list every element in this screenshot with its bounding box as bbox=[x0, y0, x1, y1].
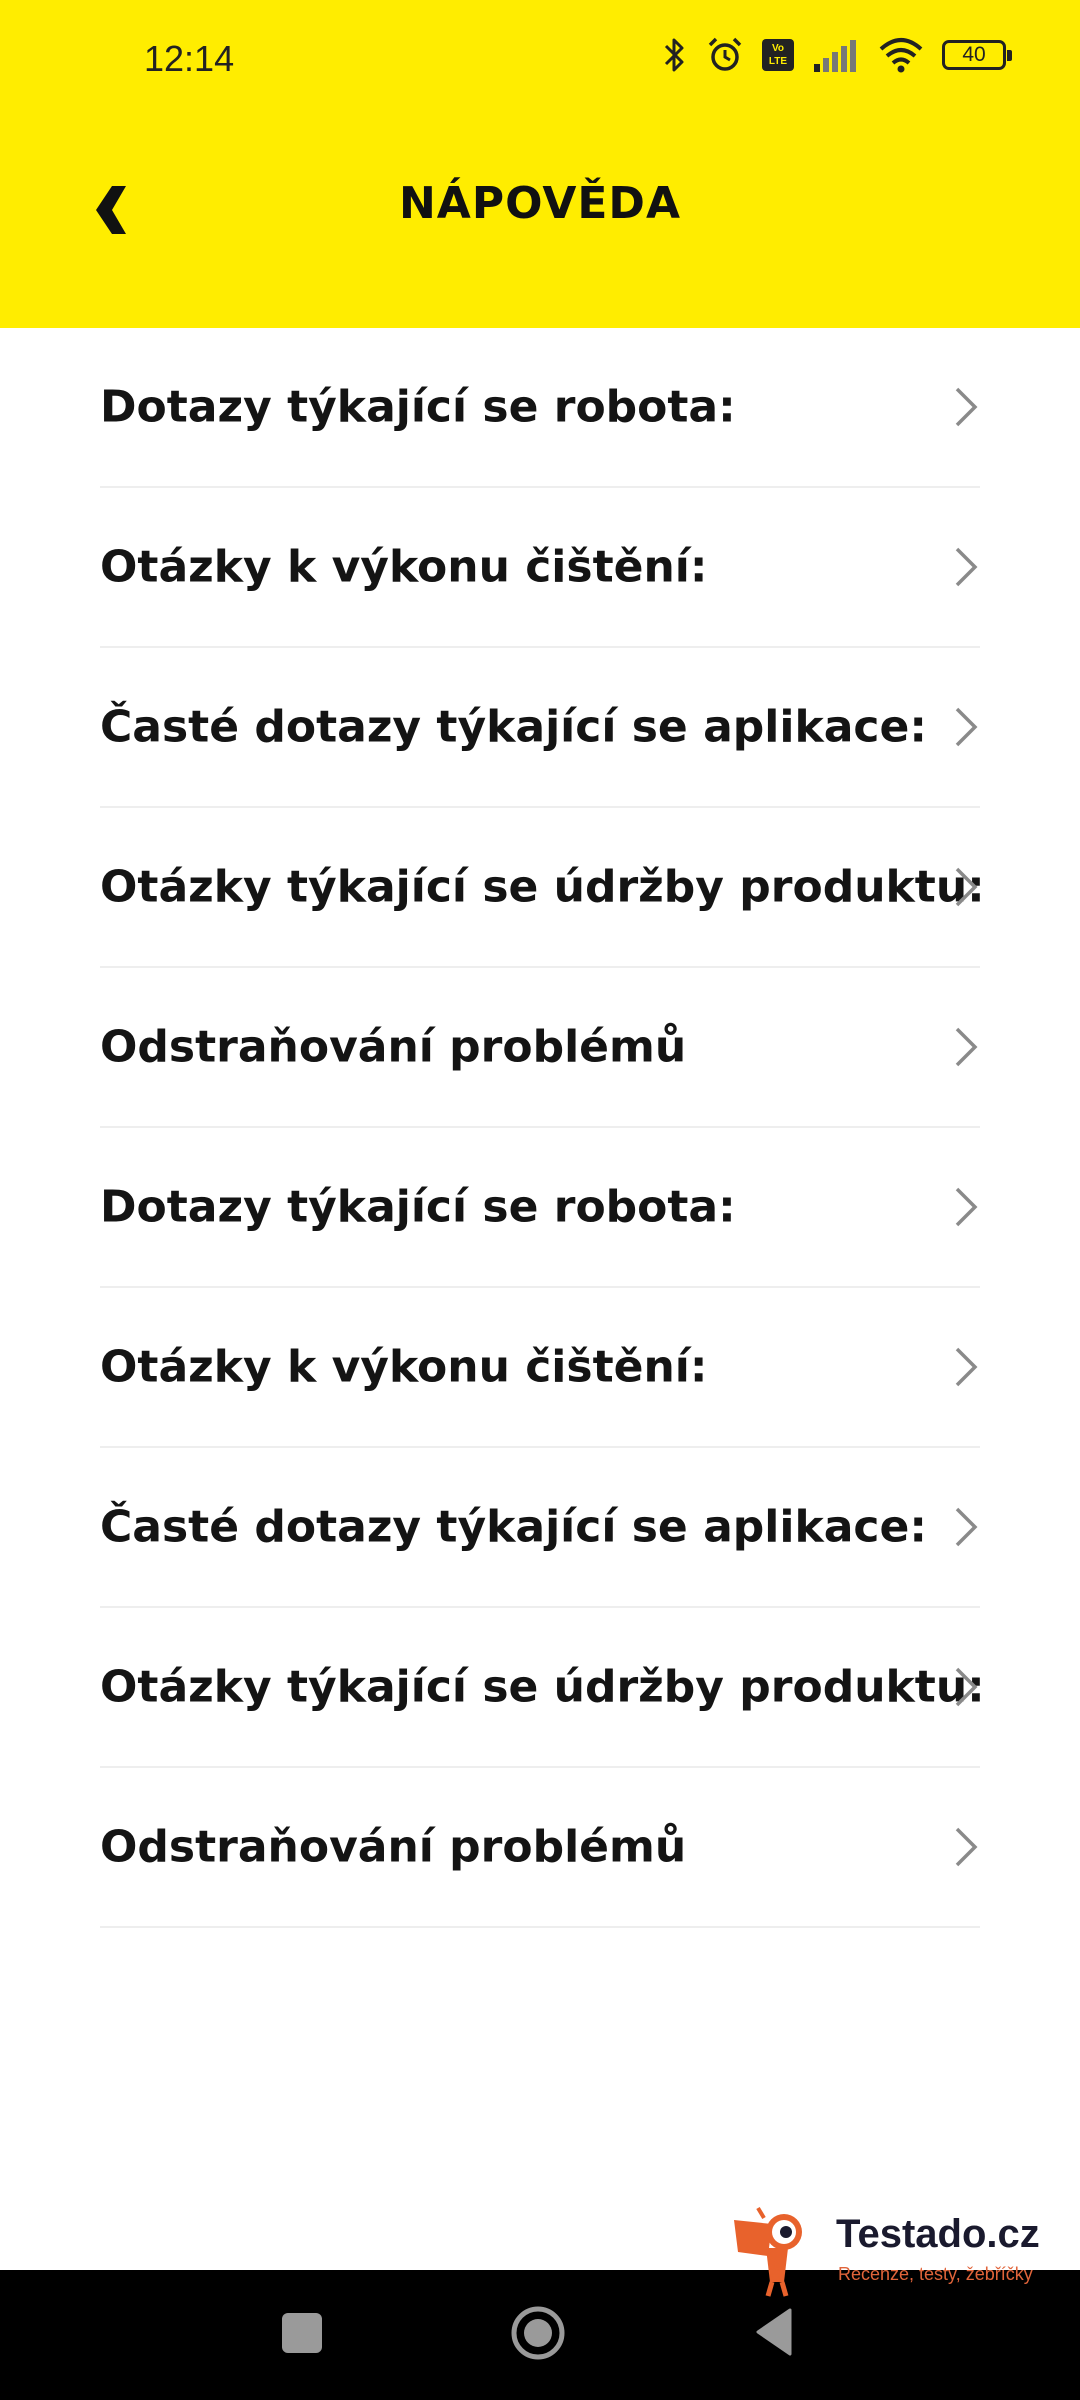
chevron-right-icon bbox=[955, 867, 978, 907]
help-item[interactable]: Časté dotazy týkající se aplikace: bbox=[100, 648, 980, 808]
help-item[interactable]: Otázky týkající se údržby produktu: bbox=[100, 808, 985, 968]
chevron-right-icon bbox=[955, 1667, 978, 1707]
watermark: Testado.cz Recenze, testy, žebříčky bbox=[728, 2204, 1058, 2297]
chevron-right-icon bbox=[955, 1827, 978, 1867]
help-item-label: Otázky týkající se údržby produktu: bbox=[100, 861, 985, 913]
battery-icon: 40 bbox=[942, 40, 1012, 70]
mascot-logo-icon bbox=[734, 2206, 802, 2297]
home-icon[interactable] bbox=[510, 2305, 566, 2361]
help-item-label: Dotazy týkající se robota: bbox=[100, 381, 736, 433]
chevron-right-icon bbox=[955, 1027, 978, 1067]
help-list: Dotazy týkající se robota: Otázky k výko… bbox=[0, 328, 1080, 1928]
help-item-label: Otázky k výkonu čištění: bbox=[100, 1341, 708, 1393]
help-item[interactable]: Časté dotazy týkající se aplikace: bbox=[100, 1448, 980, 1608]
page-title: NÁPOVĚDA bbox=[398, 178, 682, 229]
help-item-label: Časté dotazy týkající se aplikace: bbox=[100, 1501, 927, 1553]
watermark-title: Testado.cz bbox=[836, 2212, 1040, 2256]
signal-icon bbox=[814, 40, 856, 72]
bluetooth-icon bbox=[664, 38, 684, 72]
help-item-label: Otázky týkající se údržby produktu: bbox=[100, 1661, 985, 1713]
help-item-label: Otázky k výkonu čištění: bbox=[100, 541, 708, 593]
wifi-icon bbox=[879, 38, 923, 73]
back-triangle-icon[interactable] bbox=[754, 2307, 794, 2357]
help-item[interactable]: Dotazy týkající se robota: bbox=[100, 328, 980, 488]
help-item-label: Časté dotazy týkající se aplikace: bbox=[100, 701, 927, 753]
help-item-label: Odstraňování problémů bbox=[100, 1821, 687, 1873]
chevron-right-icon bbox=[955, 1507, 978, 1547]
watermark-subtitle: Recenze, testy, žebříčky bbox=[838, 2264, 1033, 2284]
chevron-right-icon bbox=[955, 1347, 978, 1387]
help-item-label: Dotazy týkající se robota: bbox=[100, 1181, 736, 1233]
help-item[interactable]: Otázky týkající se údržby produktu: bbox=[100, 1608, 985, 1768]
chevron-right-icon bbox=[955, 1187, 978, 1227]
help-item[interactable]: Otázky k výkonu čištění: bbox=[100, 1288, 980, 1448]
alarm-icon bbox=[708, 37, 742, 71]
help-item-label: Odstraňování problémů bbox=[100, 1021, 687, 1073]
help-item[interactable]: Odstraňování problémů bbox=[100, 968, 980, 1128]
help-item[interactable]: Dotazy týkající se robota: bbox=[100, 1128, 980, 1288]
help-item[interactable]: Odstraňování problémů bbox=[100, 1768, 980, 1928]
app-header: 12:14 Vo LTE 40 NÁPOVĚDA bbox=[0, 0, 1080, 328]
help-item[interactable]: Otázky k výkonu čištění: bbox=[100, 488, 980, 648]
chevron-right-icon bbox=[955, 547, 978, 587]
chevron-right-icon bbox=[955, 707, 978, 747]
status-icons: Vo LTE 40 bbox=[662, 36, 1012, 74]
battery-level: 40 bbox=[962, 43, 986, 66]
status-time: 12:14 bbox=[144, 38, 235, 79]
status-bar: 12:14 Vo LTE 40 bbox=[0, 0, 1080, 120]
recents-icon[interactable] bbox=[282, 2313, 322, 2353]
chevron-right-icon bbox=[955, 387, 978, 427]
volte-icon: Vo LTE bbox=[762, 39, 794, 71]
